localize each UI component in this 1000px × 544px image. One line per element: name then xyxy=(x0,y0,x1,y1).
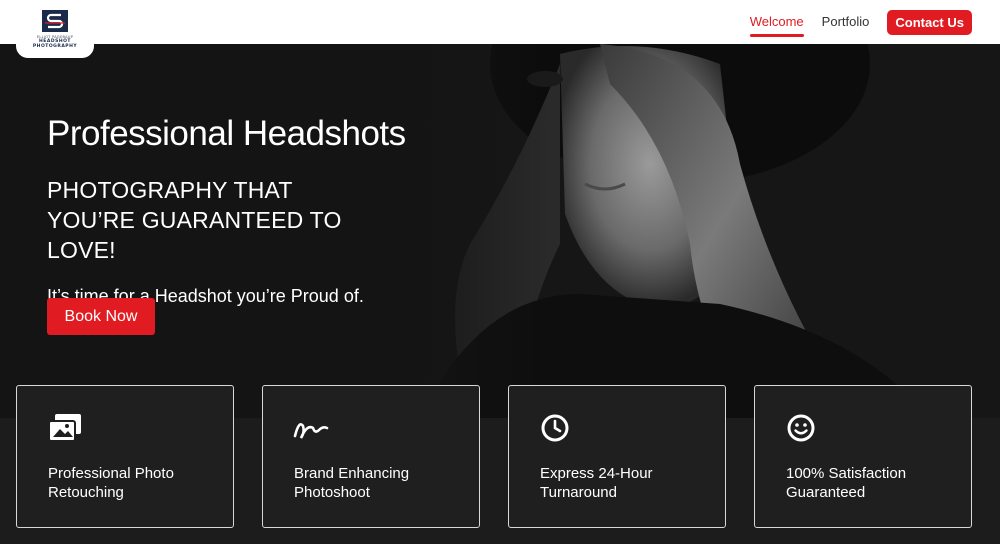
contact-us-button[interactable]: Contact Us xyxy=(887,9,972,35)
clock-icon xyxy=(541,414,569,442)
feature-label: Professional Photo Retouching xyxy=(48,465,174,501)
logo[interactable]: ELLIOT PAGEBAUP HEADSHOT PHOTOGRAPHY xyxy=(16,0,94,58)
nav-link-welcome[interactable]: Welcome xyxy=(749,9,804,37)
feature-label: 100% Satisfaction Guaranteed xyxy=(786,465,907,501)
logo-photography-text: PHOTOGRAPHY xyxy=(32,44,78,49)
signature-icon xyxy=(293,423,329,439)
hero-title: Professional Headshots xyxy=(47,114,406,153)
nav-link-portfolio[interactable]: Portfolio xyxy=(822,9,870,35)
feature-label: Express 24-Hour Turnaround xyxy=(540,465,653,501)
feature-card-photoshoot[interactable]: Brand Enhancing Photoshoot xyxy=(262,385,480,528)
feature-card-turnaround[interactable]: Express 24-Hour Turnaround xyxy=(508,385,726,528)
logo-mark-icon xyxy=(42,10,68,32)
hero-subtitle: PHOTOGRAPHY THAT YOU’RE GUARANTEED TO LO… xyxy=(47,177,342,263)
main-nav: Welcome Portfolio Contact Us xyxy=(749,9,972,37)
hero-section: Professional Headshots PHOTOGRAPHY THAT … xyxy=(0,44,1000,418)
feature-card-satisfaction[interactable]: 100% Satisfaction Guaranteed xyxy=(754,385,972,528)
book-now-button[interactable]: Book Now xyxy=(47,298,155,335)
photos-icon xyxy=(48,414,81,442)
feature-card-retouching[interactable]: Professional Photo Retouching xyxy=(16,385,234,528)
feature-cards: Professional Photo Retouching Brand Enha… xyxy=(0,385,1000,528)
hero-text-block: Professional Headshots PHOTOGRAPHY THAT … xyxy=(47,114,406,335)
smiley-icon xyxy=(787,414,815,442)
feature-label: Brand Enhancing Photoshoot xyxy=(294,465,410,501)
